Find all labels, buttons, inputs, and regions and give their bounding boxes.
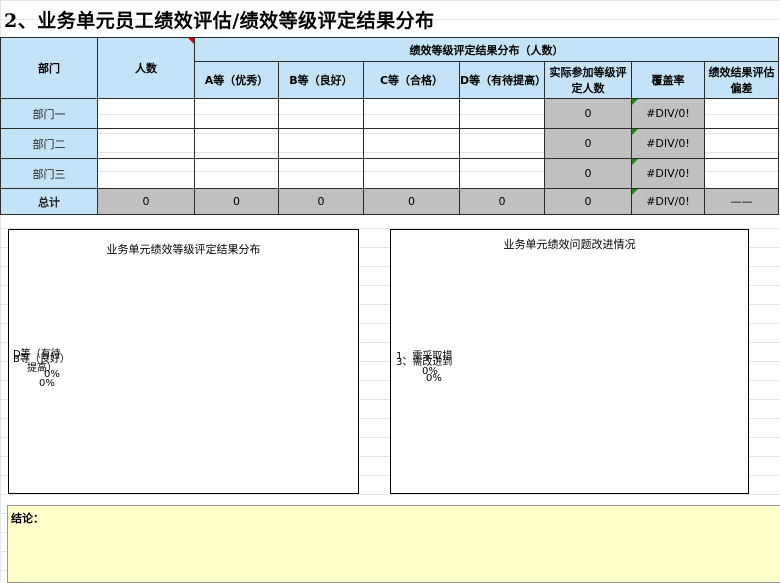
cell-deviation[interactable] <box>703 158 780 189</box>
table-row: 部门一 0 #DIV/0! <box>0 98 780 129</box>
table-row: 部门三 0 #DIV/0! <box>0 158 780 189</box>
row-dept-name: 部门三 <box>0 158 98 189</box>
cell-d[interactable] <box>459 158 545 189</box>
cell-actual[interactable]: 0 <box>544 128 632 159</box>
total-coverage[interactable]: #DIV/0! <box>631 188 705 215</box>
header-grade-c: C等（合格） <box>363 61 460 99</box>
cell-c[interactable] <box>363 98 460 129</box>
cell-coverage[interactable]: #DIV/0! <box>631 128 705 159</box>
cell-b[interactable] <box>278 158 364 189</box>
chart-problem-improvement[interactable]: 业务单元绩效问题改进情况 1、需采取措 3、需改进到 0% 0% <box>390 229 749 494</box>
cell-c[interactable] <box>363 128 460 159</box>
total-count[interactable]: 0 <box>97 188 195 215</box>
chart-title: 业务单元绩效等级评定结果分布 <box>106 243 261 256</box>
header-count: 人数 <box>97 37 195 99</box>
table-row: 部门二 0 #DIV/0! <box>0 128 780 159</box>
total-d[interactable]: 0 <box>459 188 545 215</box>
header-grade-d: D等（有待提高） <box>459 61 545 99</box>
cell-actual[interactable]: 0 <box>544 98 632 129</box>
cell-count[interactable] <box>97 98 195 129</box>
total-deviation[interactable]: —— <box>703 188 780 215</box>
row-dept-name: 部门一 <box>0 98 98 129</box>
cell-d[interactable] <box>459 128 545 159</box>
cell-coverage[interactable]: #DIV/0! <box>631 98 705 129</box>
cell-a[interactable] <box>194 128 279 159</box>
cell-b[interactable] <box>278 98 364 129</box>
total-c[interactable]: 0 <box>363 188 460 215</box>
table-total-row: 总计 0 0 0 0 0 0 #DIV/0! —— <box>0 188 780 215</box>
header-grade-a: A等（优秀） <box>194 61 279 99</box>
cell-coverage[interactable]: #DIV/0! <box>631 158 705 189</box>
header-coverage: 覆盖率 <box>631 61 705 99</box>
header-dept: 部门 <box>0 37 98 99</box>
cell-a[interactable] <box>194 158 279 189</box>
cell-b[interactable] <box>278 128 364 159</box>
overlap-label: 0% <box>39 378 55 389</box>
cell-actual[interactable]: 0 <box>544 158 632 189</box>
cell-d[interactable] <box>459 98 545 129</box>
cell-deviation[interactable] <box>703 128 780 159</box>
cell-c[interactable] <box>363 158 460 189</box>
header-group: 绩效等级评定结果分布（人数） <box>193 37 780 62</box>
cell-deviation[interactable] <box>703 98 780 129</box>
chart-overlapping-labels: D等（有待 B等（良好） 提高） 0% 0% <box>13 350 70 389</box>
chart-grade-distribution[interactable]: 业务单元绩效等级评定结果分布 D等（有待 B等（良好） 提高） 0% 0% <box>8 229 359 494</box>
chart-overlapping-labels: 1、需采取措 3、需改进到 0% 0% <box>396 352 452 384</box>
conclusion-label: 结论： <box>11 512 44 525</box>
header-deviation: 绩效结果评估偏差 <box>703 61 780 99</box>
overlap-label: 0% <box>426 373 442 384</box>
chart-title: 业务单元绩效问题改进情况 <box>503 238 636 251</box>
row-dept-name: 部门二 <box>0 128 98 159</box>
cell-count[interactable] <box>97 128 195 159</box>
conclusion-box[interactable]: 结论： <box>7 505 780 583</box>
total-b[interactable]: 0 <box>278 188 364 215</box>
cell-a[interactable] <box>194 98 279 129</box>
cell-count[interactable] <box>97 158 195 189</box>
header-grade-b: B等（良好） <box>278 61 364 99</box>
total-actual[interactable]: 0 <box>544 188 632 215</box>
section-title: 2、业务单元员工绩效评估/绩效等级评定结果分布 <box>4 10 435 32</box>
performance-table: 部门 人数 绩效等级评定结果分布（人数） A等（优秀） B等（良好） C等（合格… <box>0 37 780 215</box>
header-actual: 实际参加等级评定人数 <box>544 61 632 99</box>
total-label: 总计 <box>0 188 98 215</box>
total-a[interactable]: 0 <box>194 188 279 215</box>
